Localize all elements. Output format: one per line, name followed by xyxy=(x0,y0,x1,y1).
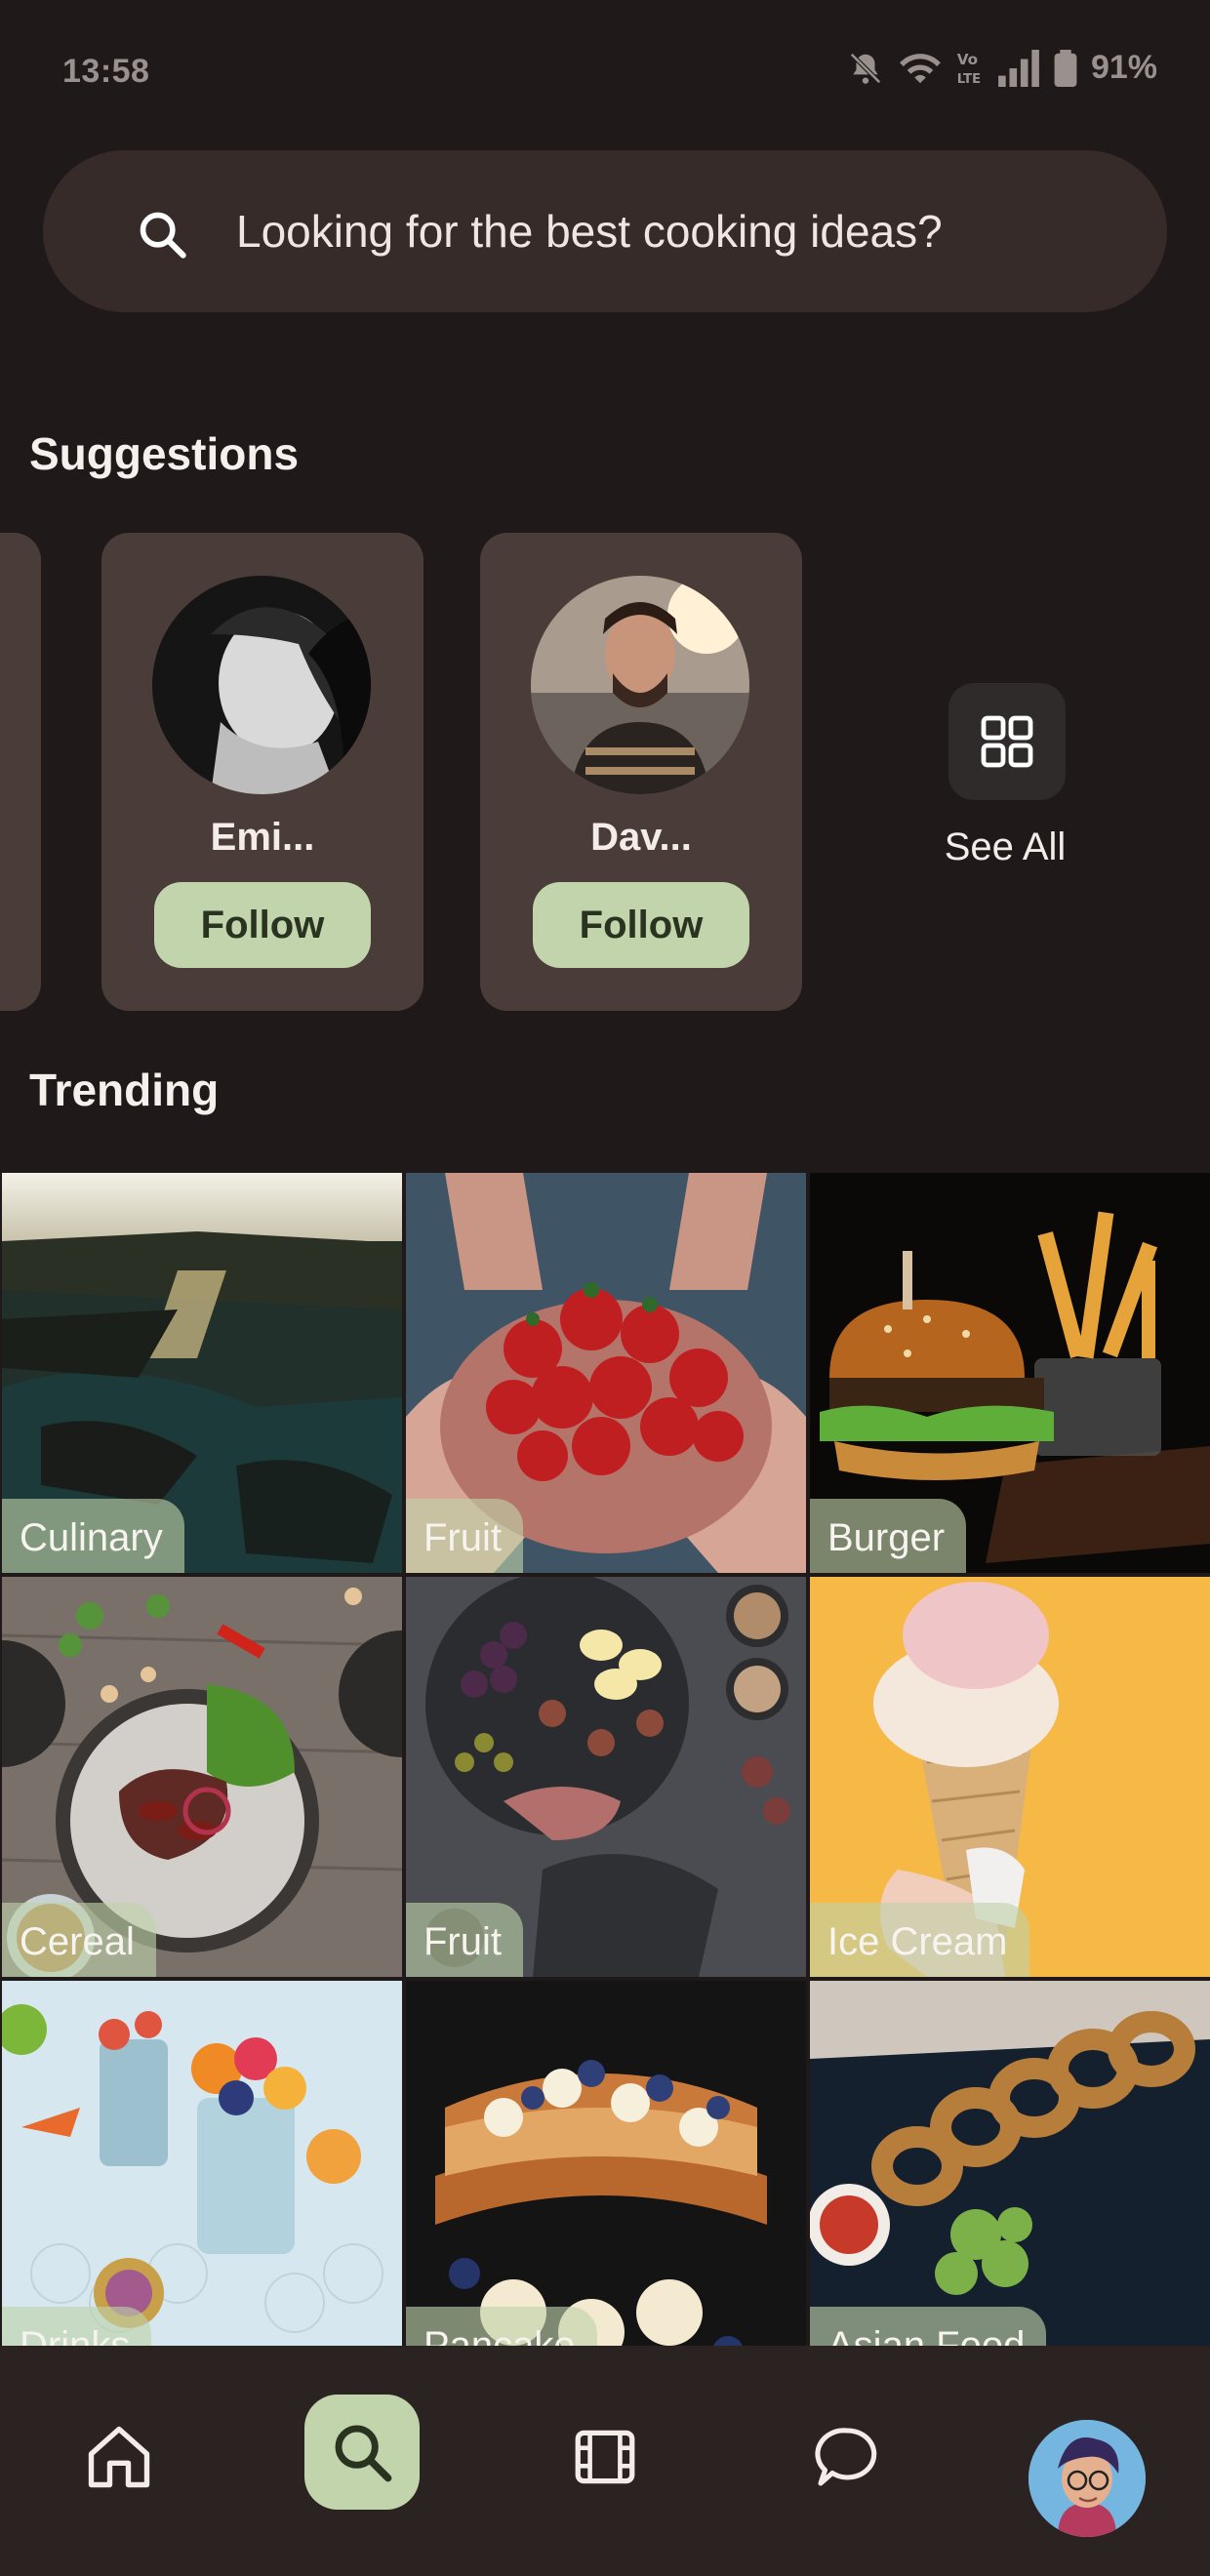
trending-tile-fruit[interactable]: Fruit xyxy=(406,1173,806,1573)
trending-title: Trending xyxy=(29,1065,220,1115)
suggestion-name: Emi... xyxy=(210,816,315,859)
trending-tile-fruit[interactable]: Fruit xyxy=(406,1577,806,1977)
volte-icon: Vo LTE xyxy=(957,51,981,87)
search-icon xyxy=(140,212,186,259)
bottom-navigation xyxy=(0,2346,1210,2576)
grid-icon xyxy=(948,683,1066,800)
nav-home[interactable] xyxy=(60,2398,178,2516)
trending-tile-culinary[interactable]: Culinary xyxy=(2,1173,402,1573)
suggestions-title: Suggestions xyxy=(29,428,300,479)
search-bar[interactable] xyxy=(43,150,1167,312)
chat-icon xyxy=(815,2428,877,2486)
suggestion-card[interactable]: Emi... Follow xyxy=(101,533,424,1011)
see-all-label: See All xyxy=(944,825,1067,868)
signal-icon xyxy=(998,49,1039,87)
status-time: 13:58 xyxy=(62,53,150,90)
follow-button[interactable]: Follow xyxy=(154,882,371,968)
tile-label: Burger xyxy=(810,1499,967,1573)
search-input[interactable] xyxy=(236,189,1114,273)
tile-label: Fruit xyxy=(406,1903,523,1977)
tile-label: Culinary xyxy=(2,1499,184,1573)
see-all-button[interactable]: See All xyxy=(908,683,1103,878)
suggestion-card-partial[interactable] xyxy=(0,533,41,1011)
nav-chat[interactable] xyxy=(788,2398,906,2516)
trending-tile-pancake[interactable]: Pancake xyxy=(406,1981,806,2381)
trending-tile-drinks[interactable]: Drinks xyxy=(2,1981,402,2381)
trending-tile-burger[interactable]: Burger xyxy=(810,1173,1210,1573)
tile-label: Ice Cream xyxy=(810,1903,1029,1977)
nav-search[interactable] xyxy=(304,2395,420,2510)
trending-tile-asian-food[interactable]: Asian Food xyxy=(810,1981,1210,2381)
follow-button[interactable]: Follow xyxy=(533,882,749,968)
wifi-icon xyxy=(900,53,941,83)
avatar xyxy=(152,576,371,794)
avatar xyxy=(531,576,749,794)
notifications-off-icon xyxy=(850,52,881,84)
svg-text:LTE: LTE xyxy=(957,72,981,87)
battery-icon xyxy=(1054,49,1077,87)
trending-tile-ice-cream[interactable]: Ice Cream xyxy=(810,1577,1210,1977)
status-bar: 13:58 Vo LTE 91% xyxy=(0,0,1210,146)
home-icon xyxy=(88,2426,150,2488)
status-icons: Vo LTE 91% xyxy=(847,49,1157,87)
battery-percentage: 91% xyxy=(1090,49,1157,86)
suggestion-name: Dav... xyxy=(590,816,692,859)
svg-text:Vo: Vo xyxy=(957,51,978,68)
nav-videos[interactable] xyxy=(546,2398,664,2516)
search-icon xyxy=(335,2425,392,2482)
video-icon xyxy=(575,2430,635,2484)
tile-label: Cereal xyxy=(2,1903,156,1977)
tile-label: Fruit xyxy=(406,1499,523,1573)
profile-avatar[interactable] xyxy=(1028,2420,1146,2537)
trending-tile-cereal[interactable]: Cereal xyxy=(2,1577,402,1977)
suggestion-card[interactable]: Dav... Follow xyxy=(480,533,802,1011)
